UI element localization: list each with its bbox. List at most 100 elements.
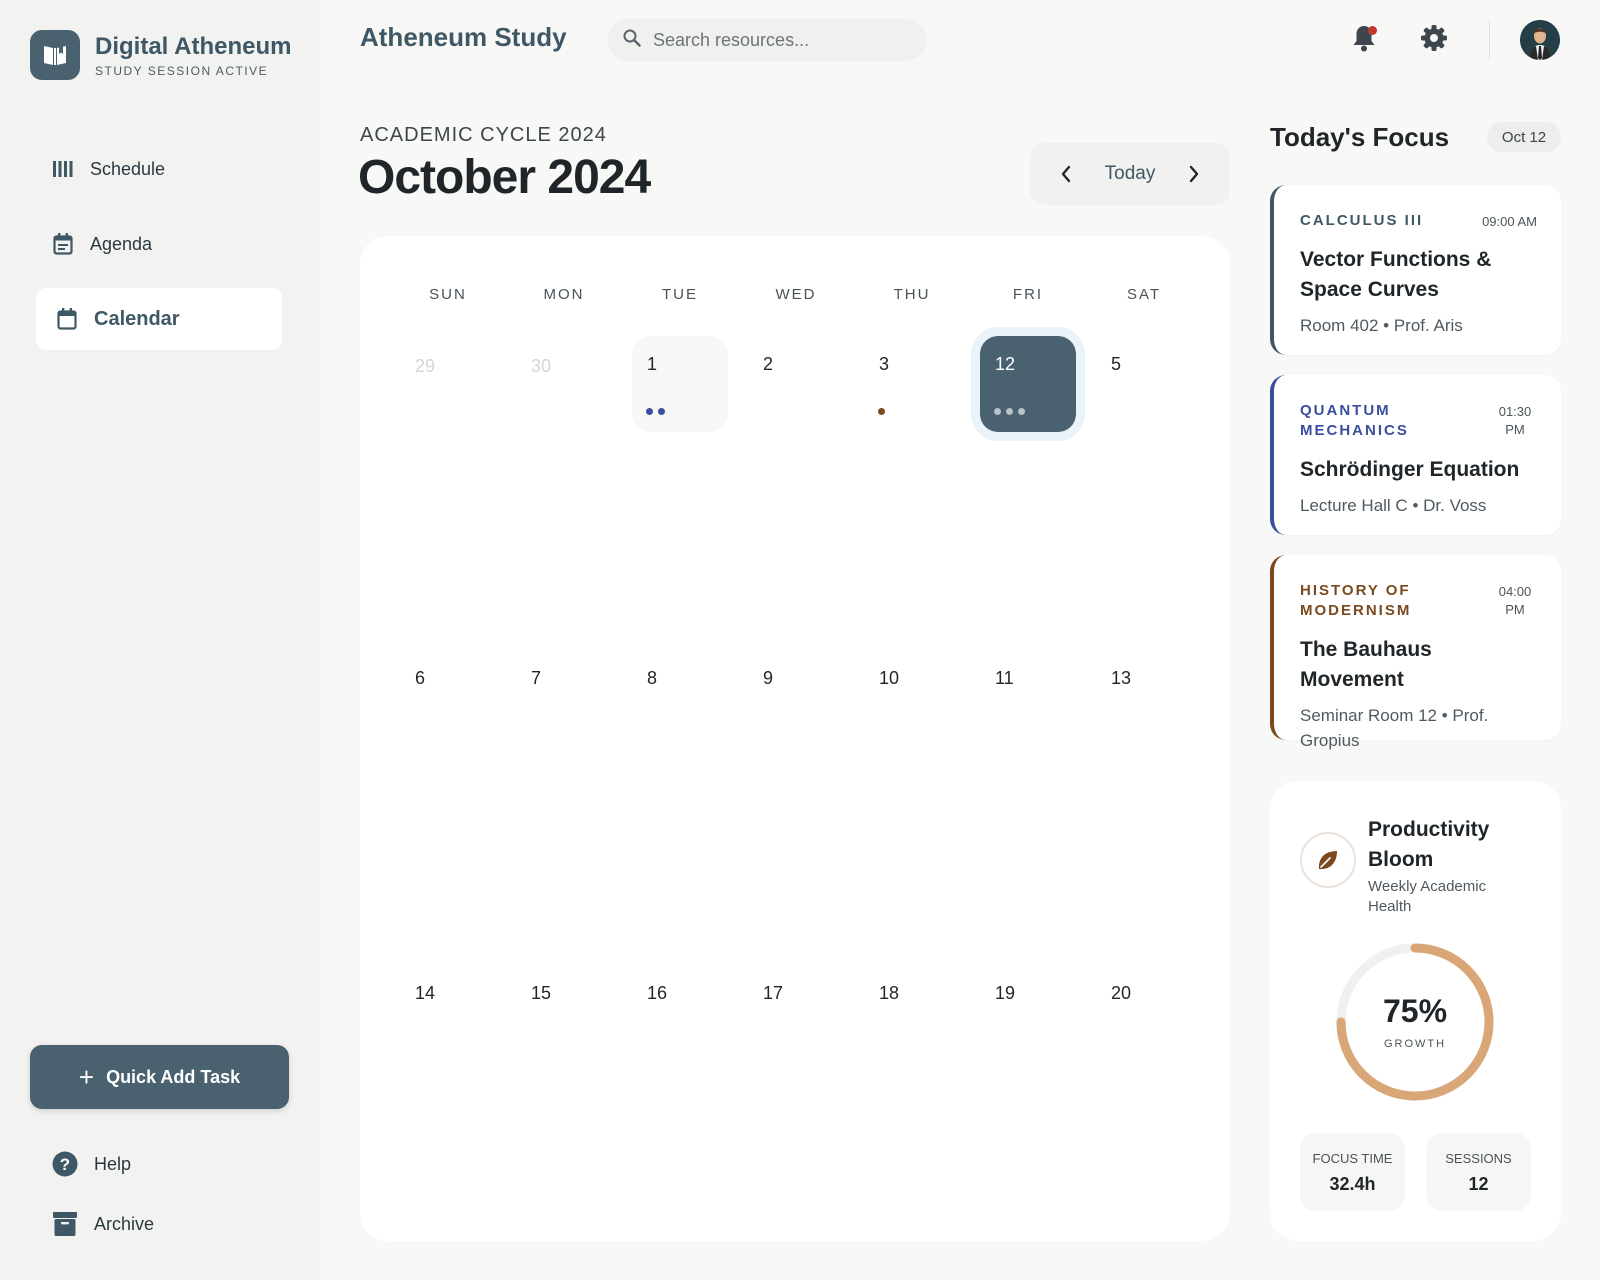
calendar-day[interactable]: 18 xyxy=(864,965,960,1061)
sidebar-item-label: Agenda xyxy=(90,233,153,254)
stat-value: 12 xyxy=(1468,1174,1489,1194)
calendar-day[interactable]: 13 xyxy=(1096,650,1192,746)
calendar-day[interactable]: 29 xyxy=(400,336,496,432)
weekday-header: FRI xyxy=(1012,286,1044,303)
day-number: 18 xyxy=(879,983,900,1003)
day-number: 14 xyxy=(415,983,436,1003)
archive-link[interactable]: Archive xyxy=(52,1211,154,1237)
sidebar-item-agenda[interactable]: Agenda xyxy=(36,213,282,275)
svg-text:?: ? xyxy=(60,1155,70,1174)
today-button[interactable]: Today xyxy=(1105,163,1156,185)
search-bar[interactable] xyxy=(607,19,927,61)
focus-date-badge: Oct 12 xyxy=(1487,122,1561,152)
leaf-icon xyxy=(1300,832,1356,888)
help-label: Help xyxy=(94,1153,132,1174)
academic-cycle-label: ACADEMIC CYCLE 2024 xyxy=(360,124,607,146)
sidebar-nav: Schedule Agenda Calendar xyxy=(36,138,282,363)
sidebar-item-calendar[interactable]: Calendar xyxy=(36,288,282,350)
sidebar: Digital Atheneum STUDY SESSION ACTIVE Sc… xyxy=(0,0,320,1280)
productivity-title: Productivity Bloom xyxy=(1368,818,1490,871)
event-location: Seminar Room 12 xyxy=(1300,706,1438,725)
calendar-day[interactable]: 6 xyxy=(400,650,496,746)
calendar-day[interactable]: 2 xyxy=(748,336,844,432)
day-number: 5 xyxy=(1111,354,1122,374)
stat-label: FOCUS TIME xyxy=(1312,1151,1393,1166)
calendar-day[interactable]: 5 xyxy=(1096,336,1192,432)
settings-button[interactable] xyxy=(1418,24,1450,56)
event-title: Schrödinger Equation xyxy=(1300,458,1520,481)
event-meta: Seminar Room 12 • Prof. Gropius xyxy=(1300,706,1489,750)
calendar-day-selected[interactable]: 12 xyxy=(980,336,1076,432)
session-status: STUDY SESSION ACTIVE xyxy=(95,63,269,78)
event-meta: Lecture Hall C • Dr. Voss xyxy=(1300,496,1487,515)
calendar-day[interactable]: 8 xyxy=(632,650,728,746)
event-card[interactable]: QUANTUM MECHANICS 01:30 PM Schrödinger E… xyxy=(1270,375,1561,535)
chevron-left-icon xyxy=(1061,165,1071,183)
event-meta: Room 402 • Prof. Aris xyxy=(1300,316,1463,335)
event-time: 04:00 PM xyxy=(1498,584,1532,617)
app-title: Atheneum Study xyxy=(360,22,567,52)
weekday-header: THU xyxy=(893,286,931,303)
help-link[interactable]: ? Help xyxy=(52,1151,131,1177)
archive-label: Archive xyxy=(94,1213,155,1234)
weekday-header: SUN xyxy=(429,286,467,303)
next-month-button[interactable] xyxy=(1182,162,1206,186)
calendar-day[interactable]: 7 xyxy=(516,650,612,746)
notifications-button[interactable] xyxy=(1348,24,1380,56)
event-location: Room 402 xyxy=(1300,316,1379,335)
calendar-day[interactable]: 20 xyxy=(1096,965,1192,1061)
day-number: 11 xyxy=(995,668,1014,688)
day-number: 8 xyxy=(647,668,658,688)
sidebar-item-schedule[interactable]: Schedule xyxy=(36,138,282,200)
event-time: 01:30 PM xyxy=(1498,404,1532,437)
notification-badge xyxy=(1368,26,1377,35)
header-divider xyxy=(1489,20,1490,60)
gear-icon xyxy=(1420,24,1448,57)
event-card[interactable]: CALCULUS III 09:00 AM Vector Functions &… xyxy=(1270,185,1561,355)
calendar-day[interactable]: 3 xyxy=(864,336,960,432)
help-icon: ? xyxy=(52,1151,78,1177)
weekday-header: SAT xyxy=(1126,286,1162,303)
avatar[interactable] xyxy=(1520,20,1560,60)
brand-title: Digital Atheneum xyxy=(95,32,292,60)
previous-month-button[interactable] xyxy=(1054,162,1078,186)
event-location: Lecture Hall C xyxy=(1300,496,1408,515)
growth-label: GROWTH xyxy=(1383,1038,1447,1050)
calendar-icon xyxy=(56,308,78,330)
stat-value: 32.4h xyxy=(1329,1174,1376,1194)
quick-add-task-button[interactable]: + Quick Add Task xyxy=(30,1045,289,1109)
event-subject: CALCULUS III xyxy=(1300,212,1424,229)
event-dots xyxy=(994,408,1030,415)
day-number: 29 xyxy=(415,356,436,376)
brand[interactable]: Digital Atheneum STUDY SESSION ACTIVE xyxy=(30,30,291,80)
sessions-stat: SESSIONS 12 xyxy=(1426,1133,1531,1211)
calendar-day[interactable]: 15 xyxy=(516,965,612,1061)
day-number: 17 xyxy=(763,983,784,1003)
day-number: 3 xyxy=(879,354,890,374)
calendar-day[interactable]: 19 xyxy=(980,965,1076,1061)
chevron-right-icon xyxy=(1189,165,1199,183)
archive-icon xyxy=(52,1211,78,1237)
calendar-day[interactable]: 17 xyxy=(748,965,844,1061)
calendar-day[interactable]: 1 xyxy=(632,336,728,432)
event-dots xyxy=(878,408,890,415)
stat-label: SESSIONS xyxy=(1445,1151,1512,1166)
event-subject: HISTORY OF MODERNISM xyxy=(1300,582,1412,619)
agenda-icon xyxy=(52,233,74,255)
calendar-day[interactable]: 14 xyxy=(400,965,496,1061)
event-title: Vector Functions & Space Curves xyxy=(1300,248,1492,301)
event-card[interactable]: HISTORY OF MODERNISM 04:00 PM The Bauhau… xyxy=(1270,555,1561,750)
productivity-card: Productivity Bloom Weekly Academic Healt… xyxy=(1270,781,1561,1241)
calendar-day[interactable]: 11 xyxy=(980,650,1076,746)
search-icon xyxy=(623,29,641,52)
calendar-day[interactable]: 9 xyxy=(748,650,844,746)
day-number: 19 xyxy=(995,983,1016,1003)
calendar-day[interactable]: 16 xyxy=(632,965,728,1061)
calendar-day[interactable]: 30 xyxy=(516,336,612,432)
search-input[interactable] xyxy=(653,29,913,51)
day-number: 1 xyxy=(647,354,658,374)
calendar-day[interactable]: 10 xyxy=(864,650,960,746)
plus-icon: + xyxy=(78,1061,95,1092)
book-logo-icon xyxy=(30,30,80,80)
day-number: 20 xyxy=(1111,983,1132,1003)
